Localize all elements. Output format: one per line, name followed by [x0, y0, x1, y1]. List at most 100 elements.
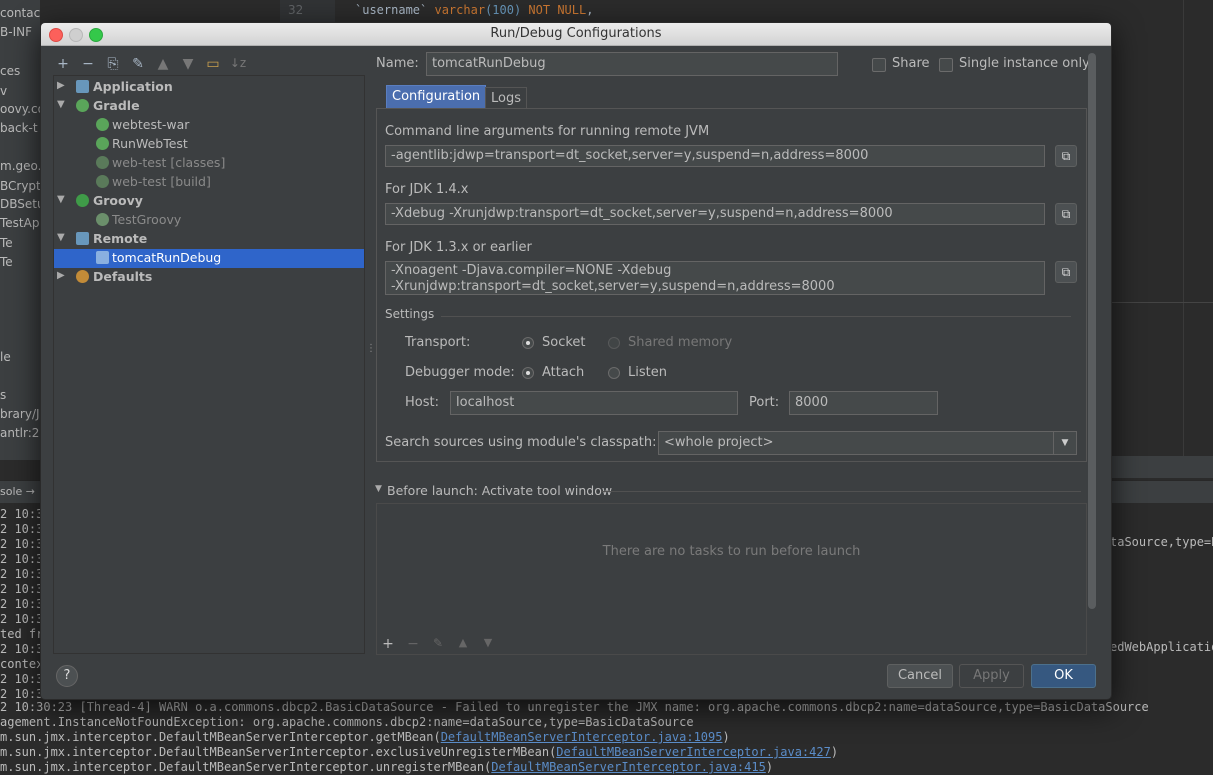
- settings-scrollbar[interactable]: [1088, 53, 1096, 609]
- copy-icon[interactable]: ⧉: [1055, 203, 1077, 225]
- tree-item-runwebtest[interactable]: RunWebTest: [54, 135, 364, 154]
- project-tree-item[interactable]: BCrypt: [0, 179, 40, 193]
- single-instance-checkbox[interactable]: [939, 58, 953, 72]
- transport-shared-radio[interactable]: [608, 337, 620, 349]
- jdk13-label: For JDK 1.3.x or earlier: [385, 240, 532, 255]
- transport-socket-label[interactable]: Socket: [542, 335, 586, 350]
- collapse-arrow-icon[interactable]: ▶: [57, 80, 65, 91]
- stacktrace-text: m.sun.jmx.interceptor.DefaultMBeanServer…: [0, 760, 492, 774]
- tree-item-remote[interactable]: ▼ Remote: [54, 230, 364, 249]
- project-tree-item[interactable]: B-INF: [0, 25, 32, 39]
- help-button[interactable]: ?: [56, 665, 78, 687]
- code-token: ,: [586, 3, 594, 17]
- debugger-mode-label: Debugger mode:: [405, 365, 515, 380]
- sort-icon[interactable]: ↓z: [229, 56, 247, 70]
- transport-shared-label[interactable]: Shared memory: [628, 335, 732, 350]
- port-input[interactable]: 8000: [789, 391, 938, 415]
- project-tree-item[interactable]: le: [0, 350, 11, 364]
- tree-item-testgroovy[interactable]: TestGroovy: [54, 211, 364, 230]
- tree-item-webtest-war[interactable]: webtest-war: [54, 116, 364, 135]
- classpath-dropdown[interactable]: <whole project> ▼: [658, 431, 1077, 455]
- move-task-up-icon[interactable]: ▲: [454, 636, 472, 649]
- project-tree-item[interactable]: brary/Ja: [0, 407, 40, 421]
- project-tree-item[interactable]: oovy.co: [0, 102, 40, 116]
- expand-arrow-icon[interactable]: ▼: [57, 194, 65, 205]
- source-link[interactable]: DefaultMBeanServerInterceptor.java:427: [556, 745, 831, 759]
- tree-item-label: web-test [classes]: [112, 155, 226, 170]
- tree-item-gradle[interactable]: ▼ Gradle: [54, 97, 364, 116]
- collapse-arrow-icon[interactable]: ▼: [375, 484, 382, 494]
- console-line: 2 10:3: [0, 612, 44, 626]
- source-link[interactable]: DefaultMBeanServerInterceptor.java:1095: [441, 730, 723, 744]
- chevron-down-icon[interactable]: ▼: [1053, 432, 1076, 454]
- tree-item-tomcatrundebug[interactable]: tomcatRunDebug: [54, 249, 364, 268]
- ide-project-panel: contact.html B-INF ces v oovy.co back-t m.geo.…: [0, 0, 40, 460]
- tree-item-groovy[interactable]: ▼ Groovy: [54, 192, 364, 211]
- move-task-down-icon[interactable]: ▼: [479, 636, 497, 649]
- config-type-icon: [96, 156, 109, 169]
- copy-config-icon[interactable]: ⎘: [104, 56, 122, 72]
- cancel-button[interactable]: Cancel: [887, 664, 953, 688]
- project-tree-item[interactable]: Te: [0, 255, 13, 269]
- splitter-handle-icon[interactable]: ⋮: [366, 343, 376, 354]
- add-config-icon[interactable]: +: [54, 56, 72, 72]
- debugger-listen-label[interactable]: Listen: [628, 365, 667, 380]
- move-up-icon[interactable]: ▲: [154, 56, 172, 72]
- console-line: agement.InstanceNotFoundException: org.a…: [0, 715, 694, 729]
- project-tree-item[interactable]: back-t: [0, 121, 38, 135]
- jdk14-field[interactable]: -Xdebug -Xrunjdwp:transport=dt_socket,se…: [385, 203, 1045, 225]
- remove-task-icon[interactable]: −: [404, 636, 422, 652]
- jdk13-field[interactable]: -Xnoagent -Djava.compiler=NONE -Xdebug -…: [385, 261, 1045, 295]
- edit-task-icon[interactable]: ✎: [429, 636, 447, 650]
- cmd-args-field[interactable]: -agentlib:jdwp=transport=dt_socket,serve…: [385, 145, 1045, 167]
- classpath-value: <whole project>: [664, 435, 774, 450]
- code-line: `username` varchar(100) NOT NULL,: [355, 3, 593, 17]
- project-tree-item[interactable]: m.geo.t: [0, 159, 40, 173]
- before-launch-label[interactable]: Before launch: Activate tool window: [387, 483, 612, 498]
- add-task-icon[interactable]: +: [379, 636, 397, 652]
- console-overflow-text: taSource,type=Ba: [1110, 535, 1213, 549]
- name-input[interactable]: tomcatRunDebug: [426, 52, 838, 76]
- tab-logs[interactable]: Logs: [485, 87, 527, 109]
- share-label[interactable]: Share: [892, 56, 930, 71]
- move-down-icon[interactable]: ▼: [179, 56, 197, 72]
- stacktrace-text: m.sun.jmx.interceptor.DefaultMBeanServer…: [0, 745, 557, 759]
- tree-item-web-test-classes[interactable]: web-test [classes]: [54, 154, 364, 173]
- tree-item-defaults[interactable]: ▶ Defaults: [54, 268, 364, 287]
- folder-icon[interactable]: ▭: [204, 56, 222, 72]
- project-tree-item[interactable]: ces: [0, 64, 20, 78]
- project-tree-item[interactable]: s: [0, 388, 6, 402]
- single-instance-label[interactable]: Single instance only: [959, 56, 1090, 71]
- editor-divider: [1110, 302, 1213, 303]
- ok-button[interactable]: OK: [1031, 664, 1096, 688]
- expand-arrow-icon[interactable]: ▼: [57, 232, 65, 243]
- collapse-arrow-icon[interactable]: ▶: [57, 270, 65, 281]
- project-tree-item[interactable]: DBSetu: [0, 197, 40, 211]
- project-tree-item[interactable]: contact.html: [0, 6, 40, 20]
- project-tree-item[interactable]: TestAp: [0, 216, 39, 230]
- tab-configuration[interactable]: Configuration: [386, 85, 487, 109]
- console-tab[interactable]: sole →: [0, 485, 35, 498]
- tree-item-web-test-build[interactable]: web-test [build]: [54, 173, 364, 192]
- debugger-listen-radio[interactable]: [608, 367, 620, 379]
- host-input[interactable]: localhost: [450, 391, 738, 415]
- apply-button[interactable]: Apply: [959, 664, 1024, 688]
- project-tree-item[interactable]: v: [0, 84, 7, 98]
- edit-defaults-icon[interactable]: ✎: [129, 56, 147, 72]
- source-link[interactable]: DefaultMBeanServerInterceptor.java:415: [491, 760, 766, 774]
- line-number: 32: [288, 3, 304, 17]
- config-tree[interactable]: ▶ Application ▼ Gradle webtest-war RunWebTest…: [53, 75, 365, 654]
- debugger-attach-radio[interactable]: [522, 367, 534, 379]
- code-token: `username`: [355, 3, 435, 17]
- debugger-attach-label[interactable]: Attach: [542, 365, 584, 380]
- project-tree-item[interactable]: Te: [0, 236, 13, 250]
- expand-arrow-icon[interactable]: ▼: [57, 99, 65, 110]
- project-tree-item[interactable]: antlr:2: [0, 426, 39, 440]
- copy-icon[interactable]: ⧉: [1055, 145, 1077, 167]
- share-checkbox[interactable]: [872, 58, 886, 72]
- copy-icon[interactable]: ⧉: [1055, 261, 1077, 283]
- transport-socket-radio[interactable]: [522, 337, 534, 349]
- remove-config-icon[interactable]: −: [79, 56, 97, 72]
- tree-item-application[interactable]: ▶ Application: [54, 78, 364, 97]
- code-token: NOT NULL: [528, 3, 587, 17]
